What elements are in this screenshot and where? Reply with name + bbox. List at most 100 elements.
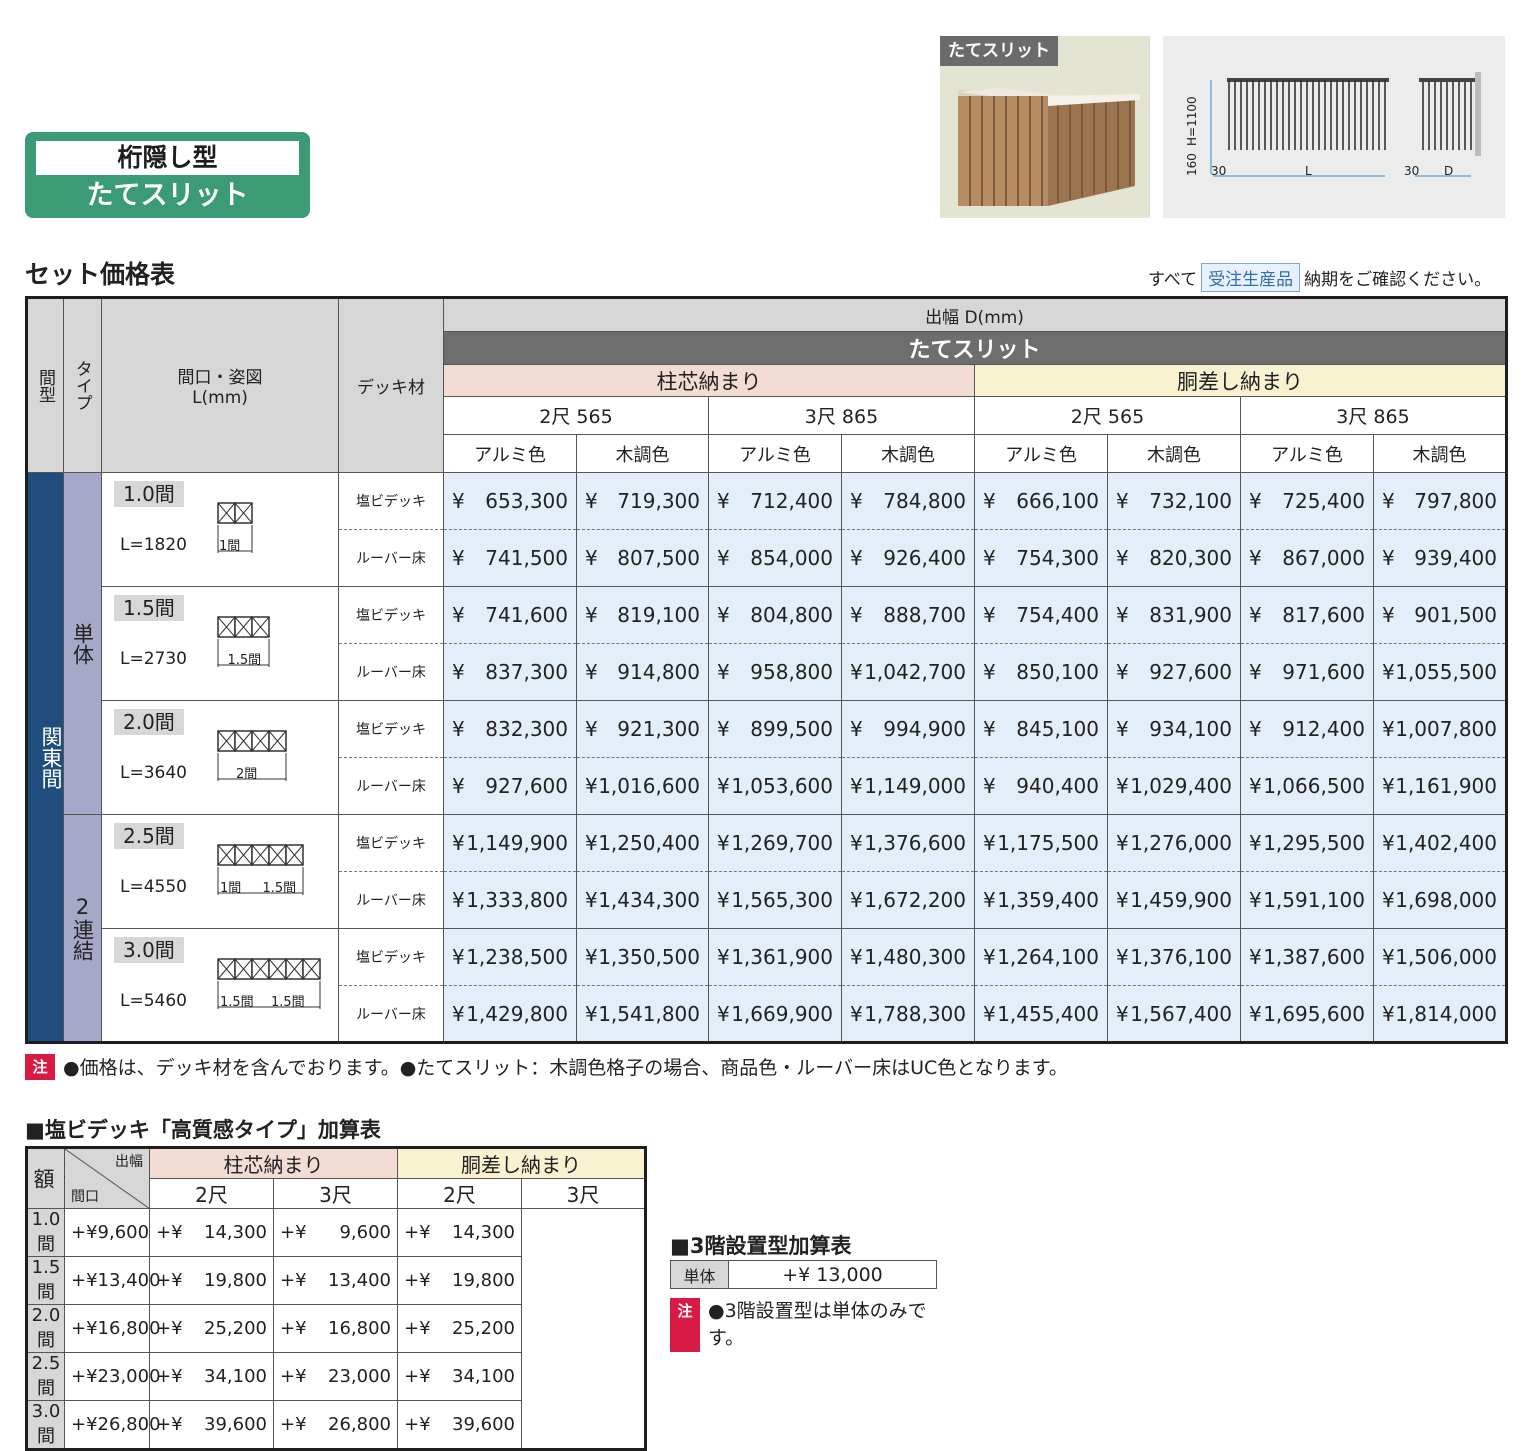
price-cell: ¥1,055,500 <box>1372 643 1508 701</box>
price-cell: ¥797,800 <box>1372 472 1508 530</box>
price-cell: ¥1,238,500 <box>443 928 577 986</box>
header-color-3: 木調色 <box>841 434 975 473</box>
note-1: 注 ●価格は、デッキ材を含んでおります。●たてスリット：木調色格子の場合、商品色… <box>25 1053 1068 1080</box>
price-cell: ¥1,387,600 <box>1240 928 1374 986</box>
price-cell: ¥1,276,000 <box>1107 814 1241 872</box>
price-cell: ¥741,500 <box>443 529 577 587</box>
deck-type: ルーバー床 <box>338 757 444 815</box>
price-table: 間型 タイプ 間口・姿図 L(mm) デッキ材 出幅 D(mm) たてスリット 柱… <box>25 296 1509 1044</box>
dim-label: 1間 <box>219 539 241 554</box>
price-cell: ¥653,300 <box>443 472 577 530</box>
note-text: ●価格は、デッキ材を含んでおります。●たてスリット：木調色格子の場合、商品色・ル… <box>63 1057 1068 1079</box>
price-cell: ¥899,500 <box>708 700 842 758</box>
deck-type: 塩ビデッキ <box>338 814 444 872</box>
dim-D: D <box>1444 164 1454 178</box>
addition-table: 加算額 出幅 間口 柱芯納まり 胴差し納まり 2尺3尺2尺3尺 1.0間+¥9,… <box>25 1146 647 1451</box>
sub-price-cell: +¥ 26,800 <box>64 1400 161 1450</box>
sub-price-cell: +¥ 25,200 <box>149 1304 274 1353</box>
deck-type: 塩ビデッキ <box>338 472 444 530</box>
price-cell: ¥1,042,700 <box>841 643 975 701</box>
length-label: L=4550 <box>120 877 187 897</box>
dim-h1100: H=1100 <box>1185 96 1199 146</box>
sub-title: ■塩ビデッキ「高質感タイプ」加算表 <box>25 1118 381 1142</box>
sub-row-label: 3.0間 <box>26 1400 65 1450</box>
sub-price-cell: +¥ 34,100 <box>149 1352 274 1401</box>
price-cell: ¥1,376,600 <box>841 814 975 872</box>
price-cell: ¥1,161,900 <box>1372 757 1508 815</box>
price-cell: ¥1,007,800 <box>1372 700 1508 758</box>
dim-label: 1.5間 <box>220 995 254 1010</box>
dim-w30a: 30 <box>1211 164 1227 178</box>
type-double: 2連結 <box>63 814 102 1043</box>
sub-group-hashirashin: 柱芯納まり <box>149 1147 398 1179</box>
price-cell: ¥867,000 <box>1240 529 1374 587</box>
photo-tag: たてスリット <box>940 36 1058 66</box>
price-cell: ¥1,695,600 <box>1240 985 1374 1043</box>
price-cell: ¥850,100 <box>974 643 1108 701</box>
price-cell: ¥1,672,200 <box>841 871 975 929</box>
notice-pre: すべて <box>1148 270 1198 290</box>
dim-L: L <box>1305 164 1312 178</box>
sub-price-cell: +¥ 23,000 <box>273 1352 398 1401</box>
price-cell: ¥1,669,900 <box>708 985 842 1043</box>
deck-type: ルーバー床 <box>338 985 444 1043</box>
price-cell: ¥939,400 <box>1372 529 1508 587</box>
price-cell: ¥1,350,500 <box>576 928 709 986</box>
sub-price-cell: +¥ 23,000 <box>64 1352 161 1401</box>
sub-row-label: 1.5間 <box>26 1256 65 1305</box>
price-cell: ¥666,100 <box>974 472 1108 530</box>
dim-h160: 160 <box>1185 153 1199 176</box>
price-cell: ¥1,565,300 <box>708 871 842 929</box>
third-note-text: ●3階設置型は単体のみです。 <box>708 1300 927 1349</box>
dim-label: 1.5間 <box>271 995 305 1010</box>
sub-price-cell: +¥ 34,100 <box>397 1352 522 1401</box>
size-cell: 3.0間 L=5460 1.5間 1.5間 <box>101 928 339 1043</box>
product-photo: たてスリット <box>940 36 1150 218</box>
price-cell: ¥1,029,400 <box>1107 757 1241 815</box>
price-cell: ¥921,300 <box>576 700 709 758</box>
header-color-2: アルミ色 <box>708 434 842 473</box>
sub-corner: 出幅 間口 <box>64 1147 150 1209</box>
sub-price-cell: +¥ 9,600 <box>273 1208 398 1257</box>
header-size-1: 3尺 865 <box>708 396 975 435</box>
price-cell: ¥754,300 <box>974 529 1108 587</box>
third-title: ■3階設置型加算表 <box>670 1234 852 1258</box>
price-cell: ¥901,500 <box>1372 586 1508 644</box>
sub-h-debaba: 出幅 <box>115 1154 143 1170</box>
third-value: +¥ 13,000 <box>728 1260 937 1289</box>
header-kengata: 間型 <box>26 297 64 473</box>
header-debaba: 出幅 D(mm) <box>442 297 1508 332</box>
price-cell: ¥1,361,900 <box>708 928 842 986</box>
price-cell: ¥1,359,400 <box>974 871 1108 929</box>
sub-row-label: 2.5間 <box>26 1352 65 1401</box>
price-cell: ¥854,000 <box>708 529 842 587</box>
sub-price-cell: +¥ 19,800 <box>397 1256 522 1305</box>
sub-price-cell: +¥ 16,800 <box>273 1304 398 1353</box>
size-cell: 1.0間 L=1820 1間 <box>101 472 339 587</box>
region-kanto: 関東間 <box>26 472 64 1043</box>
section-title: セット価格表 <box>25 260 176 289</box>
price-cell: ¥1,506,000 <box>1372 928 1508 986</box>
sub-size-3: 3尺 <box>521 1178 646 1209</box>
header-band: たてスリット <box>442 331 1508 365</box>
deck-type: ルーバー床 <box>338 643 444 701</box>
price-cell: ¥914,800 <box>576 643 709 701</box>
header-maguchi: 間口・姿図 L(mm) <box>101 297 339 473</box>
length-label: L=5460 <box>120 991 187 1011</box>
price-cell: ¥927,600 <box>1107 643 1241 701</box>
sub-price-cell: +¥ 25,200 <box>397 1304 522 1353</box>
product-badge: 桁隠し型 たてスリット <box>25 132 310 218</box>
dim-label: 1.5間 <box>227 653 262 668</box>
length-label: L=3640 <box>120 763 187 783</box>
price-cell: ¥845,100 <box>974 700 1108 758</box>
price-cell: ¥1,053,600 <box>708 757 842 815</box>
size-cell: 2.0間 L=3640 2間 <box>101 700 339 815</box>
price-cell: ¥784,800 <box>841 472 975 530</box>
sub-group-dosashi: 胴差し納まり <box>397 1147 646 1179</box>
price-cell: ¥1,149,000 <box>841 757 975 815</box>
header-group-hashirashin: 柱芯納まり <box>443 364 975 397</box>
price-cell: ¥1,066,500 <box>1240 757 1374 815</box>
sub-price-cell: +¥ 19,800 <box>149 1256 274 1305</box>
price-cell: ¥1,591,100 <box>1240 871 1374 929</box>
price-cell: ¥832,300 <box>443 700 577 758</box>
